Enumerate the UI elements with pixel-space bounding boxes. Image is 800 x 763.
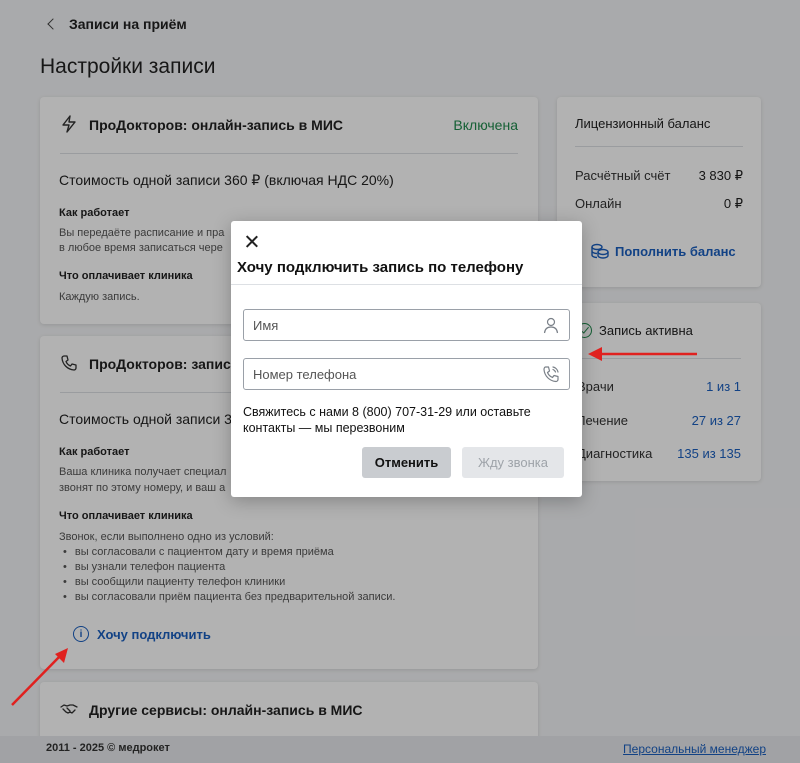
await-call-button[interactable]: Жду звонка bbox=[462, 447, 564, 478]
modal-note: Свяжитесь с нами 8 (800) 707-31-29 или о… bbox=[243, 405, 531, 435]
phone-field bbox=[243, 358, 570, 390]
close-icon[interactable] bbox=[243, 233, 261, 251]
name-input[interactable] bbox=[253, 317, 542, 333]
divider bbox=[231, 284, 582, 285]
phone-input[interactable] bbox=[253, 366, 542, 382]
modal-title: Хочу подключить запись по телефону bbox=[237, 259, 524, 276]
person-icon bbox=[543, 317, 559, 334]
phone-call-icon bbox=[543, 366, 559, 383]
name-field bbox=[243, 309, 570, 341]
cancel-button[interactable]: Отменить bbox=[362, 447, 451, 478]
phone-booking-modal: Хочу подключить запись по телефону Свяжи… bbox=[231, 221, 582, 497]
